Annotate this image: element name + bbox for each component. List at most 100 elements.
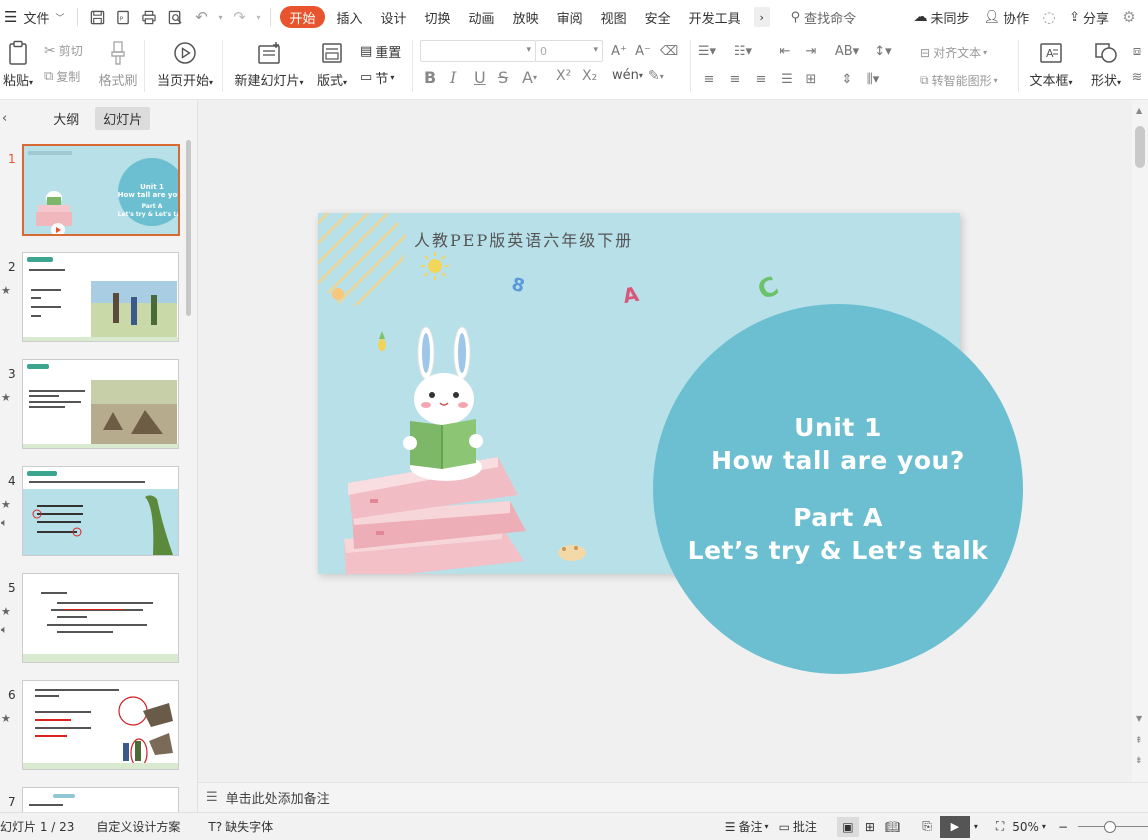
slide-thumbnail-image[interactable]: Unit 1 How tall are you? Part A Let's tr… <box>22 144 180 236</box>
tab-security[interactable]: 安全 <box>636 0 680 34</box>
section-button[interactable]: ▭ 节 ▾ <box>360 68 394 87</box>
line-spacing-icon[interactable]: ↕▾ <box>874 42 892 60</box>
tab-review[interactable]: 审阅 <box>548 0 592 34</box>
slide-thumbnail-image[interactable] <box>22 252 179 342</box>
font-color-icon[interactable]: A ▾ <box>522 68 537 87</box>
tab-design[interactable]: 设计 <box>372 0 416 34</box>
tab-home[interactable]: 开始 <box>280 6 325 28</box>
file-menu[interactable]: ☰ 文件 ﹀ <box>0 0 71 34</box>
comment-icon[interactable]: ◌ <box>1036 0 1062 34</box>
phonetic-guide-icon[interactable]: wén ▾ <box>612 68 643 83</box>
slide-thumbnail-image[interactable] <box>22 466 179 556</box>
clear-format-icon[interactable]: ⌫ <box>660 42 678 60</box>
format-painter-button[interactable]: 格式刷 <box>98 38 138 89</box>
dropdown-arrow-icon[interactable]: ▾ <box>1042 822 1046 831</box>
superscript-icon[interactable]: X² <box>556 68 571 84</box>
reading-view-icon[interactable]: 📖︎ <box>885 820 900 834</box>
zoom-level[interactable]: 50% <box>1012 820 1039 834</box>
redo-dropdown-icon[interactable]: ▾ <box>252 0 264 34</box>
font-size-select[interactable]: 0 ▾ <box>535 40 603 62</box>
strikethrough-icon[interactable]: S <box>498 68 508 87</box>
collapse-panel-icon[interactable]: ‹ <box>2 111 7 126</box>
slide-thumbnail[interactable]: 1 Unit 1 How tall are you? Part A Let's … <box>0 144 190 236</box>
slide-thumbnail[interactable]: 4 ★ 🔈︎ <box>0 466 190 558</box>
save-icon[interactable] <box>84 0 110 34</box>
slide-sorter-icon[interactable]: ⊞ <box>865 820 875 834</box>
zoom-out-icon[interactable]: − <box>1058 820 1068 834</box>
tab-insert[interactable]: 插入 <box>328 0 372 34</box>
tab-outline[interactable]: 大纲 <box>45 107 87 130</box>
previous-slide-icon[interactable]: ⇞ <box>1135 736 1143 746</box>
scroll-up-icon[interactable]: ▲ <box>1136 106 1142 115</box>
print-icon[interactable] <box>136 0 162 34</box>
underline-icon[interactable]: U <box>474 68 486 87</box>
undo-icon[interactable]: ↶ <box>188 0 214 34</box>
tab-slideshow[interactable]: 放映 <box>504 0 548 34</box>
tab-developer[interactable]: 开发工具 <box>680 0 750 34</box>
collab-button[interactable]: 👤︎ 协作 <box>977 0 1037 34</box>
zoom-slider-thumb[interactable] <box>1104 820 1116 833</box>
bullet-list-icon[interactable]: ☰▾ <box>698 42 716 60</box>
align-left-icon[interactable]: ≡ <box>700 70 718 88</box>
decrease-font-icon[interactable]: A⁻ <box>634 42 652 60</box>
next-slide-icon[interactable]: ⇟ <box>1135 756 1143 766</box>
bold-icon[interactable]: B <box>424 68 436 87</box>
columns-icon[interactable]: ⫼▾ <box>864 70 882 88</box>
slide-thumbnail[interactable]: 6 ★ <box>0 680 190 772</box>
undo-dropdown-icon[interactable]: ▾ <box>214 0 226 34</box>
presenter-tools-icon[interactable]: ⎘ <box>922 819 932 834</box>
design-scheme[interactable]: 自定义设计方案 <box>96 818 180 835</box>
copy-button[interactable]: ⧉ 复制 <box>44 68 80 85</box>
tab-transitions[interactable]: 切换 <box>416 0 460 34</box>
slide-thumbnail-image[interactable] <box>22 573 179 663</box>
tab-view[interactable]: 视图 <box>592 0 636 34</box>
italic-icon[interactable]: I <box>450 68 456 87</box>
play-slideshow-button[interactable]: ▶ <box>939 815 970 838</box>
cut-button[interactable]: ✂ 剪切 <box>44 42 83 59</box>
fit-window-icon[interactable]: ⛶ <box>996 819 1004 834</box>
slide-thumbnail[interactable]: 2 ★ <box>0 252 190 344</box>
print-preview-icon[interactable] <box>162 0 188 34</box>
scrollbar-thumb[interactable] <box>1135 126 1145 168</box>
slide-header-text[interactable]: 人教PEP版英语六年级下册 <box>414 227 633 251</box>
justify-icon[interactable]: ☰ <box>778 70 796 88</box>
slide-thumbnail[interactable]: 5 ★ 🔈︎ <box>0 573 190 665</box>
tab-animations[interactable]: 动画 <box>460 0 504 34</box>
align-center-icon[interactable]: ≡ <box>726 70 744 88</box>
notes-toggle[interactable]: ☰ 备注 ▾ <box>725 818 769 835</box>
increase-indent-icon[interactable]: ⇥ <box>802 42 820 60</box>
font-family-select[interactable]: ▾ <box>420 40 536 62</box>
arrange-icon[interactable]: ⧈ <box>1128 42 1146 60</box>
align-text-button[interactable]: ⊟ 对齐文本 ▾ <box>920 44 987 61</box>
settings-gear-icon[interactable]: ⚙ <box>1116 0 1142 34</box>
missing-font-button[interactable]: T? 缺失字体 <box>208 818 273 835</box>
distribute-icon[interactable]: ⊞ <box>802 70 820 88</box>
layers-icon[interactable]: ≋ <box>1128 68 1146 86</box>
from-current-slide-button[interactable]: 当页开始▾ <box>152 38 218 89</box>
redo-icon[interactable]: ↷ <box>226 0 252 34</box>
align-right-icon[interactable]: ≡ <box>752 70 770 88</box>
subscript-icon[interactable]: X₂ <box>582 68 597 84</box>
new-slide-button[interactable]: 新建幻灯片▾ <box>232 38 306 89</box>
smart-shape-button[interactable]: ⧉ 转智能图形 ▾ <box>920 72 998 89</box>
reset-button[interactable]: ▤ 重置 <box>360 42 401 61</box>
text-box-button[interactable]: A 文本框▾ <box>1028 38 1074 89</box>
command-search[interactable]: ⚲ 查找命令 <box>784 0 864 34</box>
slideshow-dropdown-icon[interactable]: ▾ <box>974 822 978 831</box>
notes-pane[interactable]: ☰ 单击此处添加备注 <box>198 782 1148 812</box>
slide-thumbnail-image[interactable] <box>22 359 179 449</box>
normal-view-icon[interactable]: ▣ <box>836 816 859 837</box>
more-tabs-button[interactable]: › <box>753 7 770 27</box>
highlight-icon[interactable]: ✎ ▾ <box>648 68 664 84</box>
layout-button[interactable]: 版式▾ <box>312 38 352 89</box>
tab-slides[interactable]: 幻灯片 <box>95 106 151 130</box>
paste-button[interactable]: 粘贴▾ <box>0 38 36 89</box>
vertical-scrollbar[interactable]: ▲ ▼ ⇞ ⇟ <box>1132 100 1148 782</box>
scroll-down-icon[interactable]: ▼ <box>1136 714 1142 723</box>
export-pdf-icon[interactable]: P <box>110 0 136 34</box>
slide-thumbnail[interactable]: 3 ★ <box>0 359 190 451</box>
title-circle[interactable]: Unit 1 How tall are you? Part A Let’s tr… <box>653 304 1023 674</box>
slide-thumbnail-image[interactable] <box>22 787 179 812</box>
share-button[interactable]: ⇪ 分享 <box>1062 0 1116 34</box>
paragraph-spacing-icon[interactable]: ⇕ <box>838 70 856 88</box>
